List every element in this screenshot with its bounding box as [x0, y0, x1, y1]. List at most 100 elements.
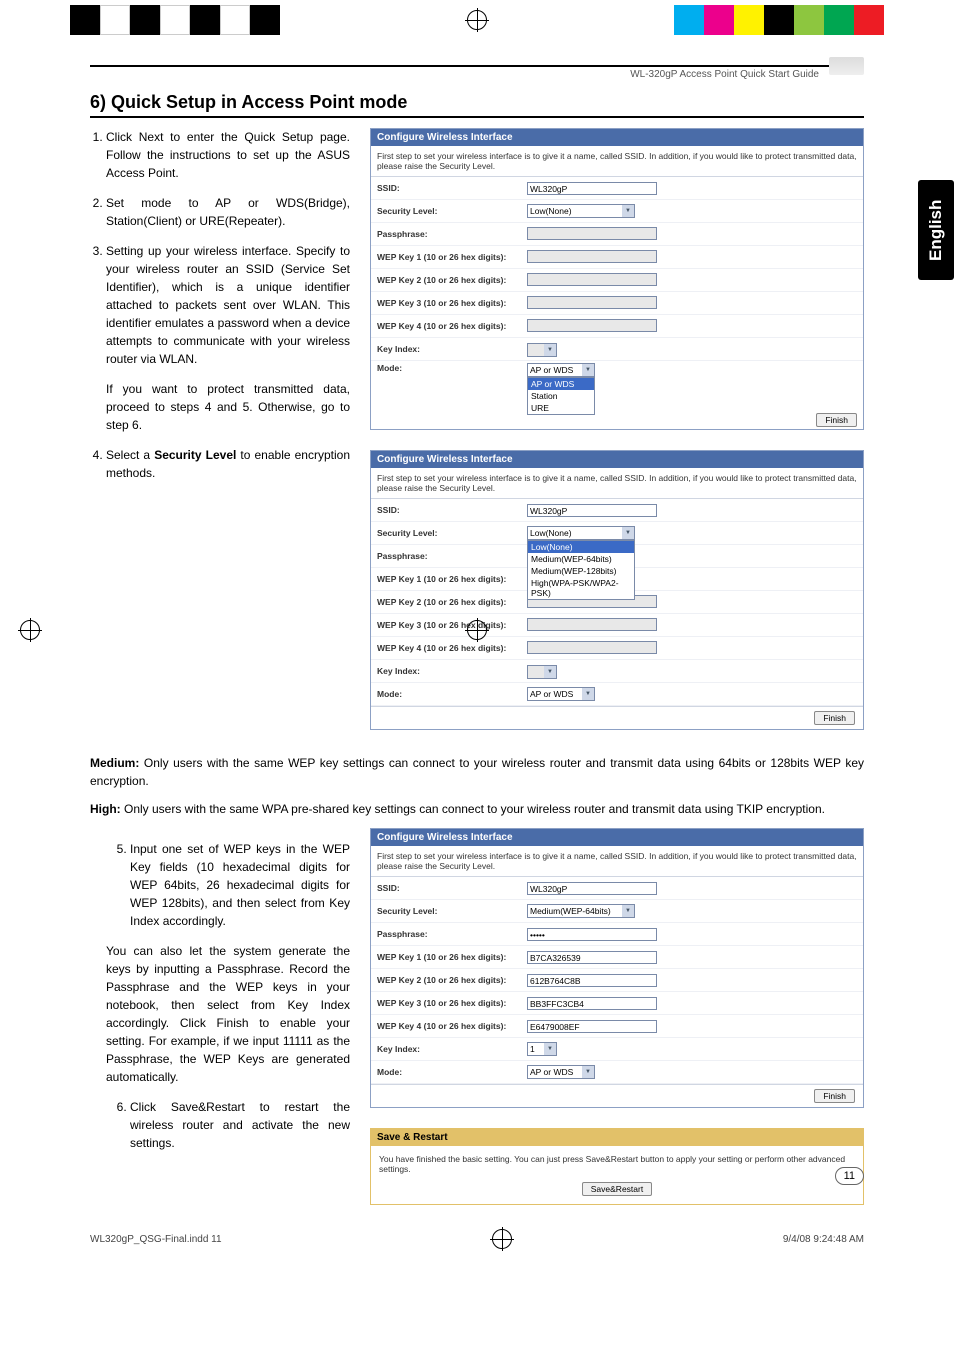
- wep2-label: WEP Key 2 (10 or 26 hex digits):: [377, 275, 527, 285]
- wep4-input[interactable]: [527, 641, 657, 654]
- mode-dropdown: AP or WDS Station URE: [527, 377, 595, 415]
- config-panel-mode: Configure Wireless Interface First step …: [370, 128, 864, 430]
- security-option[interactable]: Low(None): [528, 541, 634, 553]
- footer-datetime: 9/4/08 9:24:48 AM: [783, 1234, 864, 1245]
- ssid-label: SSID:: [377, 183, 527, 193]
- mode-option[interactable]: AP or WDS: [528, 378, 594, 390]
- wep1-label: WEP Key 1 (10 or 26 hex digits):: [377, 574, 527, 584]
- page-header: WL-320gP Access Point Quick Start Guide: [90, 65, 864, 80]
- wep4-input[interactable]: [527, 319, 657, 332]
- keyidx-label: Key Index:: [377, 1044, 527, 1054]
- seclevel-label: Security Level:: [377, 906, 527, 916]
- keyidx-select[interactable]: ▼: [527, 343, 557, 357]
- mode-select[interactable]: AP or WDS▼: [527, 1065, 595, 1079]
- step-3: Setting up your wireless interface. Spec…: [106, 242, 350, 368]
- chevron-down-icon: ▼: [544, 344, 556, 356]
- ssid-input[interactable]: WL320gP: [527, 882, 657, 895]
- passphrase-label: Passphrase:: [377, 551, 527, 561]
- panel-desc: First step to set your wireless interfac…: [371, 468, 863, 499]
- wep1-label: WEP Key 1 (10 or 26 hex digits):: [377, 952, 527, 962]
- finish-button[interactable]: Finish: [814, 711, 855, 725]
- chevron-down-icon: ▼: [544, 666, 556, 678]
- step-4: Select a Security Level to enable encryp…: [106, 446, 350, 482]
- section-title: 6) Quick Setup in Access Point mode: [90, 92, 864, 118]
- wep2-input[interactable]: 612B764C8B: [527, 974, 657, 987]
- mode-select[interactable]: AP or WDS▼: [527, 363, 595, 377]
- chevron-down-icon: ▼: [582, 364, 594, 376]
- panel-desc: First step to set your wireless interfac…: [371, 846, 863, 877]
- step-5: Input one set of WEP keys in the WEP Key…: [130, 840, 350, 930]
- chevron-down-icon: ▼: [622, 905, 634, 917]
- security-option[interactable]: High(WPA-PSK/WPA2-PSK): [528, 577, 634, 599]
- save-restart-panel: Save & Restart You have finished the bas…: [370, 1128, 864, 1205]
- mode-label: Mode:: [377, 363, 527, 373]
- panel-title: Configure Wireless Interface: [371, 451, 863, 468]
- security-option[interactable]: Medium(WEP-128bits): [528, 565, 634, 577]
- keyidx-select[interactable]: ▼: [527, 665, 557, 679]
- product-title: WL-320gP Access Point Quick Start Guide: [630, 69, 819, 80]
- wep3-input[interactable]: [527, 296, 657, 309]
- step-2: Set mode to AP or WDS(Bridge), Station(C…: [106, 194, 350, 230]
- passphrase-label: Passphrase:: [377, 929, 527, 939]
- mode-select[interactable]: AP or WDS▼: [527, 687, 595, 701]
- language-tab: English: [918, 180, 954, 280]
- keyidx-label: Key Index:: [377, 666, 527, 676]
- footer-file: WL320gP_QSG-Final.indd 11: [90, 1234, 222, 1245]
- registration-mark-icon: [467, 10, 487, 30]
- ssid-label: SSID:: [377, 883, 527, 893]
- mode-option[interactable]: URE: [528, 402, 594, 414]
- ssid-input[interactable]: WL320gP: [527, 504, 657, 517]
- config-panel-wep: Configure Wireless Interface First step …: [370, 828, 864, 1108]
- config-panel-security: Configure Wireless Interface First step …: [370, 450, 864, 730]
- passphrase-input[interactable]: •••••: [527, 928, 657, 941]
- panel-title: Configure Wireless Interface: [371, 829, 863, 846]
- ssid-label: SSID:: [377, 505, 527, 515]
- print-color-blocks-right: [674, 5, 884, 35]
- registration-mark-icon: [467, 620, 487, 640]
- wep3-label: WEP Key 3 (10 or 26 hex digits):: [377, 298, 527, 308]
- mode-option[interactable]: Station: [528, 390, 594, 402]
- wep4-input[interactable]: E6479008EF: [527, 1020, 657, 1033]
- panel-title: Configure Wireless Interface: [371, 129, 863, 146]
- security-select[interactable]: Medium(WEP-64bits)▼: [527, 904, 635, 918]
- wep4-label: WEP Key 4 (10 or 26 hex digits):: [377, 321, 527, 331]
- chevron-down-icon: ▼: [622, 527, 634, 539]
- wep3-label: WEP Key 3 (10 or 26 hex digits):: [377, 620, 527, 630]
- wep2-label: WEP Key 2 (10 or 26 hex digits):: [377, 975, 527, 985]
- step-3-extra: If you want to protect transmitted data,…: [106, 380, 350, 434]
- print-color-blocks-left: [70, 5, 280, 35]
- wep3-input[interactable]: BB3FFC3CB4: [527, 997, 657, 1010]
- security-select[interactable]: Low(None)▼: [527, 526, 635, 540]
- mode-label: Mode:: [377, 1067, 527, 1077]
- step-5-extra: You can also let the system generate the…: [106, 942, 350, 1086]
- security-dropdown: Low(None) Medium(WEP-64bits) Medium(WEP-…: [527, 540, 635, 600]
- chevron-down-icon: ▼: [544, 1043, 556, 1055]
- wep4-label: WEP Key 4 (10 or 26 hex digits):: [377, 643, 527, 653]
- wep1-input[interactable]: [527, 250, 657, 263]
- security-option[interactable]: Medium(WEP-64bits): [528, 553, 634, 565]
- chevron-down-icon: ▼: [582, 1066, 594, 1078]
- wep1-label: WEP Key 1 (10 or 26 hex digits):: [377, 252, 527, 262]
- security-select[interactable]: Low(None)▼: [527, 204, 635, 218]
- panel-desc: First step to set your wireless interfac…: [371, 146, 863, 177]
- registration-mark-icon: [492, 1229, 512, 1249]
- step-6: Click Save&Restart to restart the wirele…: [130, 1098, 350, 1152]
- chevron-down-icon: ▼: [622, 205, 634, 217]
- wep3-input[interactable]: [527, 618, 657, 631]
- registration-mark-icon: [20, 620, 40, 640]
- save-restart-button[interactable]: Save&Restart: [582, 1182, 652, 1196]
- medium-description: Medium: Only users with the same WEP key…: [90, 754, 864, 790]
- step-1: Click Next to enter the Quick Setup page…: [106, 128, 350, 182]
- page-number: 11: [835, 1167, 864, 1185]
- finish-button[interactable]: Finish: [814, 1089, 855, 1103]
- passphrase-input[interactable]: [527, 227, 657, 240]
- mode-label: Mode:: [377, 689, 527, 699]
- ssid-input[interactable]: WL320gP: [527, 182, 657, 195]
- wep1-input[interactable]: B7CA326539: [527, 951, 657, 964]
- wep2-label: WEP Key 2 (10 or 26 hex digits):: [377, 597, 527, 607]
- keyidx-select[interactable]: 1▼: [527, 1042, 557, 1056]
- finish-button[interactable]: Finish: [816, 413, 857, 427]
- chevron-down-icon: ▼: [582, 688, 594, 700]
- wep2-input[interactable]: [527, 273, 657, 286]
- high-description: High: Only users with the same WPA pre-s…: [90, 800, 864, 818]
